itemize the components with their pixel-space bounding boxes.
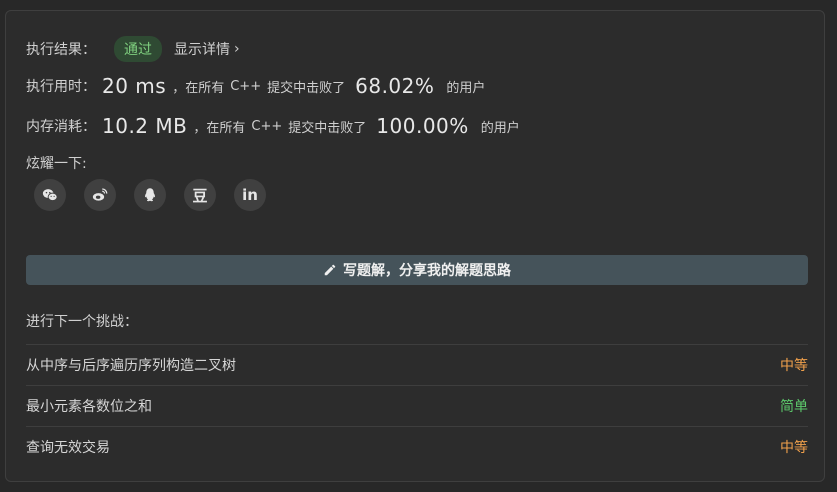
- memory-row: 内存消耗： 10.2 MB ，在所有 C++ 提交中击败了 100.00% 的用…: [26, 114, 520, 138]
- show-details-label: 显示详情: [174, 42, 230, 58]
- pencil-icon: [324, 264, 336, 276]
- result-row: 执行结果： 通过 显示详情 ›: [26, 36, 240, 62]
- memory-label: 内存消耗：: [26, 119, 96, 135]
- share-row: 炫耀一下:: [26, 153, 87, 173]
- next-challenge-title: 进行下一个挑战：: [26, 314, 138, 330]
- difficulty-badge: 简单: [780, 399, 808, 415]
- difficulty-badge: 中等: [780, 358, 808, 374]
- runtime-row: 执行用时： 20 ms ，在所有 C++ 提交中击败了 68.02% 的用户: [26, 74, 485, 98]
- runtime-suffix: 的用户: [446, 80, 486, 96]
- runtime-prefix: ，在所有: [172, 80, 225, 96]
- memory-middle: 提交中击败了: [288, 120, 367, 136]
- status-badge: 通过: [114, 36, 162, 62]
- result-label: 执行结果：: [26, 42, 96, 58]
- douban-icon[interactable]: 豆: [184, 179, 216, 211]
- memory-value: 10.2 MB: [102, 114, 188, 138]
- difficulty-badge: 中等: [780, 440, 808, 456]
- share-icons: 豆 in: [34, 179, 266, 211]
- runtime-percent: 68.02%: [355, 74, 435, 98]
- memory-percent: 100.00%: [376, 114, 469, 138]
- problem-title[interactable]: 从中序与后序遍历序列构造二叉树: [26, 355, 236, 375]
- linkedin-icon[interactable]: in: [234, 179, 266, 211]
- memory-lang: C++: [251, 118, 283, 134]
- wechat-icon[interactable]: [34, 179, 66, 211]
- memory-suffix: 的用户: [480, 120, 520, 136]
- qq-icon[interactable]: [134, 179, 166, 211]
- runtime-label: 执行用时：: [26, 79, 96, 95]
- share-label: 炫耀一下:: [26, 156, 87, 172]
- write-solution-label: 写题解，分享我的解题思路: [343, 263, 511, 279]
- write-solution-button[interactable]: 写题解，分享我的解题思路: [26, 255, 808, 285]
- linkedin-icon-text: in: [242, 186, 258, 204]
- show-details-link[interactable]: 显示详情 ›: [174, 39, 240, 59]
- memory-prefix: ，在所有: [193, 120, 246, 136]
- weibo-icon[interactable]: [84, 179, 116, 211]
- douban-icon-text: 豆: [192, 186, 208, 205]
- list-item[interactable]: 从中序与后序遍历序列构造二叉树 中等: [26, 344, 808, 385]
- next-challenge-list: 从中序与后序遍历序列构造二叉树 中等 最小元素各数位之和 简单 查询无效交易 中…: [26, 344, 808, 467]
- problem-title[interactable]: 最小元素各数位之和: [26, 396, 152, 416]
- submission-result-panel: 执行结果： 通过 显示详情 › 执行用时： 20 ms ，在所有 C++ 提交中…: [5, 10, 825, 482]
- runtime-lang: C++: [230, 78, 262, 94]
- list-item[interactable]: 最小元素各数位之和 简单: [26, 385, 808, 426]
- chevron-right-icon: ›: [234, 41, 240, 57]
- runtime-value: 20 ms: [102, 74, 167, 98]
- runtime-middle: 提交中击败了: [267, 80, 346, 96]
- problem-title[interactable]: 查询无效交易: [26, 437, 110, 457]
- list-item[interactable]: 查询无效交易 中等: [26, 426, 808, 467]
